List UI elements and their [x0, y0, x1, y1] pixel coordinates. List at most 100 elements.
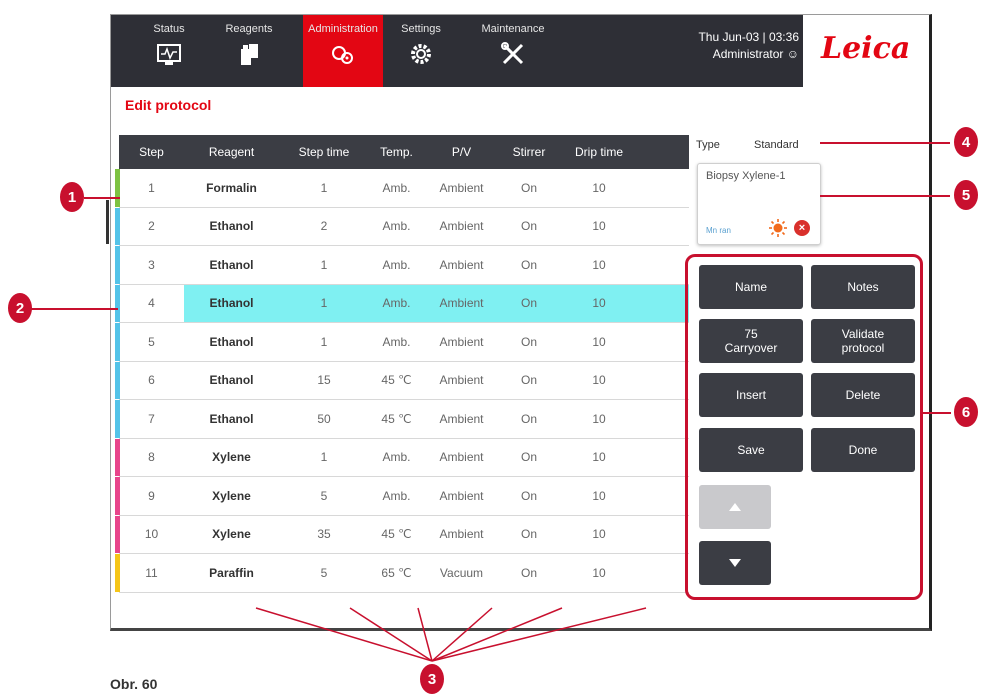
user-row[interactable]: Administrator ☺	[671, 46, 799, 63]
cell-step: 10	[144, 527, 159, 542]
cell-reagent: Ethanol	[209, 219, 254, 234]
tab-reagents-label: Reagents	[225, 23, 273, 35]
row-cells: 8 Xylene 1 Amb. Ambient On 10	[119, 439, 689, 477]
cell-step: 6	[148, 373, 155, 388]
cell-temp: Amb.	[382, 488, 411, 503]
cell-stirrer: On	[520, 373, 537, 388]
table-header: Step Reagent Step time Temp. P/V Stirrer…	[119, 135, 689, 169]
user-name: Administrator	[712, 47, 784, 61]
row-cells: 10 Xylene 35 45 ℃ Ambient On 10	[119, 516, 689, 554]
tab-maintenance[interactable]: Maintenance	[473, 15, 553, 87]
tab-settings-label: Settings	[401, 23, 441, 35]
reagent-card-name: Biopsy Xylene-1	[706, 170, 786, 182]
cell-time: 1	[320, 450, 328, 465]
cell-time: 5	[320, 565, 328, 580]
cell-pv: Ambient	[439, 296, 484, 311]
cell-step: 11	[145, 565, 158, 580]
administration-icon	[332, 46, 353, 64]
table-row[interactable]: 9 Xylene 5 Amb. Ambient On 10	[115, 477, 689, 516]
cell-drip: 10	[592, 180, 606, 195]
table-row[interactable]: 11 Paraffin 5 65 ℃ Vacuum On 10	[115, 554, 689, 593]
cell-stirrer: On	[520, 565, 537, 580]
cell-drip: 10	[592, 565, 606, 580]
table-row[interactable]: 6 Ethanol 15 45 ℃ Ambient On 10	[115, 361, 689, 400]
tab-settings[interactable]: Settings	[381, 15, 461, 87]
cell-drip: 10	[592, 257, 606, 272]
table-row[interactable]: 3 Ethanol 1 Amb. Ambient On 10	[115, 246, 689, 285]
cell-drip: 10	[592, 527, 606, 542]
cell-temp: Amb.	[382, 180, 411, 195]
cell-pv: Ambient	[439, 411, 484, 426]
table-row[interactable]: 10 Xylene 35 45 ℃ Ambient On 10	[115, 515, 689, 554]
tab-administration-label: Administration	[308, 23, 378, 35]
callout-4-line	[820, 142, 950, 144]
cell-time: 15	[317, 373, 331, 388]
callout-5: 5	[954, 180, 978, 210]
cell-drip: 10	[592, 450, 606, 465]
reagent-group-color-bar	[115, 477, 120, 515]
callout-6: 6	[954, 397, 978, 427]
cell-time: 50	[317, 411, 331, 426]
cell-step: 7	[148, 411, 155, 426]
row-cells: 9 Xylene 5 Amb. Ambient On 10	[119, 477, 689, 515]
cell-stirrer: On	[520, 219, 537, 234]
figure-caption: Obr. 60	[110, 676, 158, 692]
reagent-group-color-bar	[115, 323, 120, 361]
header-drip-time: Drip time	[574, 145, 623, 159]
remove-icon[interactable]: ×	[794, 220, 810, 236]
reagent-card[interactable]: Biopsy Xylene-1 Mn ran ×	[697, 163, 821, 245]
cell-reagent: Xylene	[212, 527, 251, 542]
cell-drip: 10	[592, 296, 606, 311]
nav-strip: Status Reagents Administration Settings …	[111, 15, 803, 87]
tab-maintenance-label: Maintenance	[481, 23, 545, 35]
row-cells: 1 Formalin 1 Amb. Ambient On 10	[119, 169, 689, 207]
table-row[interactable]: 5 Ethanol 1 Amb. Ambient On 10	[115, 323, 689, 362]
reagent-group-color-bar	[115, 400, 120, 438]
cell-reagent: Ethanol	[209, 296, 254, 311]
cell-time: 1	[320, 180, 328, 195]
row-cells: 7 Ethanol 50 45 ℃ Ambient On 10	[119, 400, 689, 438]
cell-step: 2	[148, 219, 155, 234]
callout-1: 1	[60, 182, 84, 212]
tab-administration[interactable]: Administration	[303, 15, 383, 87]
table-row[interactable]: 8 Xylene 1 Amb. Ambient On 10	[115, 438, 689, 477]
header-temp: Temp.	[380, 145, 413, 159]
cell-drip: 10	[592, 488, 606, 503]
callout-5-line	[820, 195, 950, 197]
cell-step: 5	[148, 334, 155, 349]
type-label: Type	[696, 139, 720, 151]
page-title: Edit protocol	[125, 97, 212, 113]
cell-temp: Amb.	[382, 257, 411, 272]
scrollbar[interactable]	[930, 395, 932, 631]
cell-temp: Amb.	[382, 450, 411, 465]
row-cells: 2 Ethanol 2 Amb. Ambient On 10	[119, 208, 689, 246]
cell-pv: Ambient	[439, 180, 484, 195]
reagent-bottles-icon	[241, 44, 258, 65]
cell-time: 1	[320, 257, 328, 272]
reagent-group-color-bar	[115, 207, 120, 245]
cell-stirrer: On	[520, 488, 537, 503]
tab-status[interactable]: Status	[129, 15, 209, 87]
table-row[interactable]: 7 Ethanol 50 45 ℃ Ambient On 10	[115, 400, 689, 439]
cell-step: 3	[148, 257, 155, 272]
cell-pv: Ambient	[439, 373, 484, 388]
cell-temp: 45 ℃	[381, 411, 412, 426]
table-row[interactable]: 2 Ethanol 2 Amb. Ambient On 10	[115, 207, 689, 246]
header-step-time: Step time	[298, 145, 350, 159]
cell-step: 4	[119, 284, 184, 322]
cell-pv: Ambient	[439, 257, 484, 272]
table-row[interactable]: 1 Formalin 1 Amb. Ambient On 10	[115, 169, 689, 208]
callout-3: 3	[420, 664, 444, 694]
tab-reagents[interactable]: Reagents	[209, 15, 289, 87]
cell-pv: Ambient	[439, 527, 484, 542]
cell-pv: Ambient	[439, 334, 484, 349]
cell-step: 8	[148, 450, 155, 465]
table-row[interactable]: 4 Ethanol 1 Amb. Ambient On 10	[115, 284, 689, 323]
cell-stirrer: On	[520, 296, 537, 311]
cell-stirrer: On	[520, 334, 537, 349]
tools-icon	[501, 42, 524, 65]
reagent-group-color-bar	[115, 169, 120, 207]
date-time: Thu Jun-03 | 03:36	[698, 30, 799, 44]
header-step: Step	[139, 145, 164, 159]
cell-temp: 45 ℃	[381, 527, 412, 542]
